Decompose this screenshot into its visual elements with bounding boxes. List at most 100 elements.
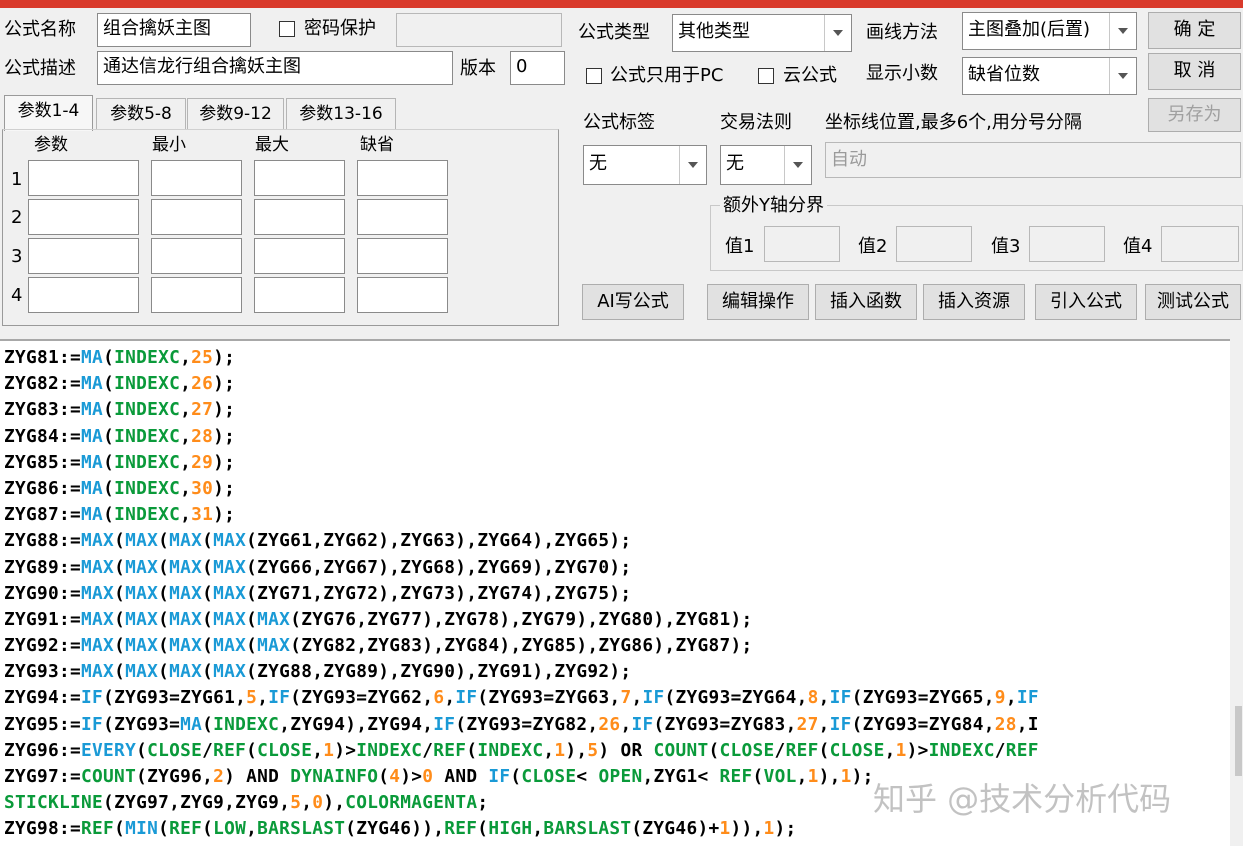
param-2-min-input[interactable] — [151, 199, 242, 235]
tab-params-1-4[interactable]: 参数1-4 — [4, 95, 93, 131]
trade-rule-select[interactable]: 无 — [720, 145, 812, 185]
code-line[interactable]: ZYG89:=MAX(MAX(MAX(MAX(ZYG66,ZYG67),ZYG6… — [4, 555, 1050, 581]
cloud-label: 云公式 — [783, 65, 837, 86]
formula-type-label: 公式类型 — [578, 22, 650, 43]
draw-method-label: 画线方法 — [866, 22, 938, 43]
password-checkbox[interactable] — [279, 21, 295, 37]
password-input[interactable] — [396, 13, 562, 47]
version-label: 版本 — [460, 58, 496, 79]
code-line[interactable]: ZYG99:=COUNT(ZYG98,REF(HIGH,BARSLAST(ZYG… — [4, 843, 1050, 846]
version-input[interactable]: 0 — [510, 51, 565, 85]
test-formula-button[interactable]: 测试公式 — [1145, 284, 1241, 320]
val4-label: 值4 — [1123, 236, 1153, 257]
val4-input[interactable] — [1161, 226, 1239, 262]
param-3-min-input[interactable] — [151, 238, 242, 274]
formula-type-select[interactable]: 其他类型 — [672, 14, 852, 52]
code-editor[interactable]: ZYG81:=MA(INDEXC,25); ZYG82:=MA(INDEXC,26… — [0, 339, 1230, 846]
param-3-max-input[interactable] — [254, 238, 345, 274]
ai-write-formula-button[interactable]: AI写公式 — [582, 284, 684, 320]
tab-params-13-16[interactable]: 参数13-16 — [286, 98, 396, 130]
param-3-name-input[interactable] — [28, 238, 139, 274]
param-4-min-input[interactable] — [151, 277, 242, 313]
param-2-max-input[interactable] — [254, 199, 345, 235]
coord-line-label: 坐标线位置,最多6个,用分号分隔 — [825, 112, 1082, 133]
val2-input[interactable] — [896, 226, 972, 262]
code-text[interactable]: ZYG81:=MA(INDEXC,25); ZYG82:=MA(INDEXC,26… — [4, 345, 1050, 846]
draw-method-value: 主图叠加(后置) — [968, 19, 1091, 40]
code-line[interactable]: ZYG84:=MA(INDEXC,28); — [4, 424, 1050, 450]
code-line[interactable]: ZYG93:=MAX(MAX(MAX(MAX(ZYG88,ZYG89),ZYG9… — [4, 659, 1050, 685]
formula-desc-label: 公式描述 — [4, 58, 76, 79]
formula-name-label: 公式名称 — [4, 19, 76, 40]
params-header-param: 参数 — [34, 135, 68, 155]
params-header-max: 最大 — [255, 135, 289, 155]
val1-input[interactable] — [764, 226, 840, 262]
watermark: 知乎 @技术分析代码 — [873, 780, 1172, 818]
param-2-default-input[interactable] — [357, 199, 448, 235]
edit-operation-button[interactable]: 编辑操作 — [707, 284, 809, 320]
param-4-default-input[interactable] — [357, 277, 448, 313]
formula-tag-value: 无 — [589, 153, 607, 174]
val2-label: 值2 — [858, 236, 888, 257]
param-1-max-input[interactable] — [254, 160, 345, 196]
code-line[interactable]: ZYG81:=MA(INDEXC,25); — [4, 345, 1050, 371]
formula-tag-select[interactable]: 无 — [583, 145, 707, 185]
chevron-down-icon[interactable] — [824, 15, 851, 51]
chevron-down-icon[interactable] — [784, 146, 811, 184]
val1-label: 值1 — [725, 236, 755, 257]
param-1-min-input[interactable] — [151, 160, 242, 196]
code-line[interactable]: ZYG96:=EVERY(CLOSE/REF(CLOSE,1)>INDEXC/R… — [4, 738, 1050, 764]
decimal-select[interactable]: 缺省位数 — [962, 57, 1137, 95]
save-as-button[interactable]: 另存为 — [1148, 98, 1241, 132]
decimal-label: 显示小数 — [866, 63, 938, 84]
title-accent-bar — [0, 0, 1243, 8]
formula-desc-input[interactable]: 通达信龙行组合擒妖主图 — [97, 51, 453, 85]
coord-line-input[interactable]: 自动 — [825, 142, 1241, 178]
code-line[interactable]: ZYG92:=MAX(MAX(MAX(MAX(MAX(ZYG82,ZYG83),… — [4, 633, 1050, 659]
code-line[interactable]: ZYG88:=MAX(MAX(MAX(MAX(ZYG61,ZYG62),ZYG6… — [4, 528, 1050, 554]
tab-params-5-8[interactable]: 参数5-8 — [96, 98, 186, 130]
param-row-number: 4 — [11, 285, 23, 306]
insert-resource-button[interactable]: 插入资源 — [923, 284, 1025, 320]
val3-input[interactable] — [1029, 226, 1105, 262]
code-line[interactable]: ZYG90:=MAX(MAX(MAX(MAX(ZYG71,ZYG72),ZYG7… — [4, 581, 1050, 607]
param-row-number: 1 — [11, 169, 23, 190]
insert-function-button[interactable]: 插入函数 — [815, 284, 917, 320]
chevron-down-icon[interactable] — [1109, 58, 1136, 94]
params-header-min: 最小 — [152, 135, 186, 155]
code-line[interactable]: ZYG94:=IF(ZYG93=ZYG61,5,IF(ZYG93=ZYG62,6… — [4, 685, 1050, 711]
code-line[interactable]: ZYG85:=MA(INDEXC,29); — [4, 450, 1050, 476]
trade-rule-value: 无 — [726, 153, 744, 174]
pc-only-checkbox[interactable] — [586, 68, 602, 84]
chevron-down-icon[interactable] — [1109, 13, 1136, 49]
code-line[interactable]: ZYG91:=MAX(MAX(MAX(MAX(MAX(ZYG76,ZYG77),… — [4, 607, 1050, 633]
formula-tag-label: 公式标签 — [583, 112, 655, 133]
param-1-default-input[interactable] — [357, 160, 448, 196]
chevron-down-icon[interactable] — [679, 146, 706, 184]
pc-only-label: 公式只用于PC — [610, 65, 724, 86]
code-line[interactable]: ZYG95:=IF(ZYG93=MA(INDEXC,ZYG94),ZYG94,I… — [4, 712, 1050, 738]
formula-name-input[interactable]: 组合擒妖主图 — [97, 13, 251, 47]
import-formula-button[interactable]: 引入公式 — [1035, 284, 1137, 320]
draw-method-select[interactable]: 主图叠加(后置) — [962, 12, 1137, 50]
cloud-checkbox[interactable] — [758, 68, 774, 84]
code-line[interactable]: ZYG86:=MA(INDEXC,30); — [4, 476, 1050, 502]
formula-type-value: 其他类型 — [678, 21, 750, 42]
code-line[interactable]: ZYG82:=MA(INDEXC,26); — [4, 371, 1050, 397]
code-line[interactable]: ZYG87:=MA(INDEXC,31); — [4, 502, 1050, 528]
param-1-name-input[interactable] — [28, 160, 139, 196]
val3-label: 值3 — [991, 236, 1021, 257]
tab-params-9-12[interactable]: 参数9-12 — [187, 98, 284, 130]
code-line[interactable]: ZYG83:=MA(INDEXC,27); — [4, 397, 1050, 423]
param-row-number: 3 — [11, 246, 23, 267]
scrollbar-thumb[interactable] — [1235, 706, 1242, 776]
param-4-max-input[interactable] — [254, 277, 345, 313]
decimal-value: 缺省位数 — [968, 64, 1040, 85]
param-4-name-input[interactable] — [28, 277, 139, 313]
param-3-default-input[interactable] — [357, 238, 448, 274]
code-line[interactable]: ZYG98:=REF(MIN(REF(LOW,BARSLAST(ZYG46)),… — [4, 816, 1050, 842]
cancel-button[interactable]: 取 消 — [1148, 53, 1241, 90]
ok-button[interactable]: 确 定 — [1148, 12, 1241, 49]
trade-rule-label: 交易法则 — [720, 112, 792, 133]
param-2-name-input[interactable] — [28, 199, 139, 235]
